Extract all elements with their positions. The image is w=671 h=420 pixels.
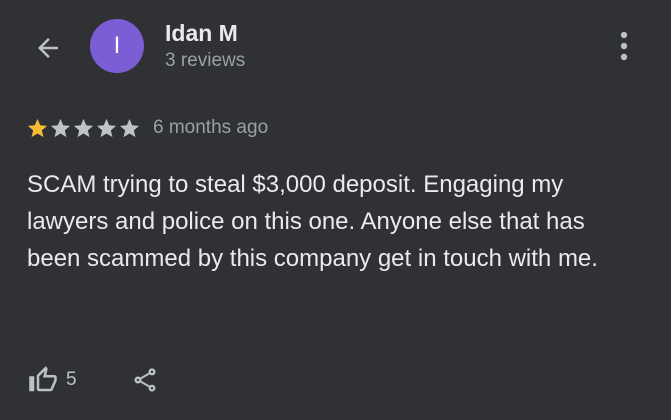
- review-actions: 5: [28, 362, 159, 398]
- star-empty-icon: [119, 118, 140, 137]
- share-button[interactable]: [131, 366, 159, 394]
- more-vert-icon: [620, 31, 628, 61]
- more-options-button[interactable]: [604, 26, 644, 66]
- star-filled-icon: [27, 118, 48, 137]
- review-text: SCAM trying to steal $3,000 deposit. Eng…: [27, 171, 598, 272]
- thumb-up-icon: [29, 366, 57, 392]
- reviewer-review-count: 3 reviews: [165, 50, 246, 71]
- star-rating: [26, 117, 141, 140]
- reviewer-name[interactable]: Idan M: [165, 19, 238, 47]
- like-count: 5: [66, 369, 77, 390]
- avatar[interactable]: I: [90, 19, 144, 73]
- rating-row: 6 months ago: [26, 114, 268, 142]
- like-button[interactable]: 5: [28, 365, 77, 395]
- review-header: I Idan M 3 reviews: [0, 0, 671, 100]
- star-empty-icon: [96, 118, 117, 137]
- review-time: 6 months ago: [153, 117, 269, 138]
- avatar-initial: I: [113, 32, 121, 59]
- back-button[interactable]: [26, 26, 70, 70]
- star-empty-icon: [50, 118, 71, 137]
- arrow-back-icon: [38, 38, 58, 58]
- share-icon: [134, 368, 156, 392]
- star-empty-icon: [73, 118, 94, 137]
